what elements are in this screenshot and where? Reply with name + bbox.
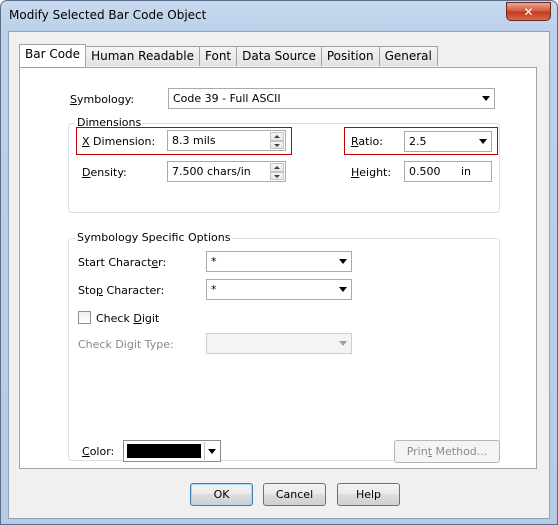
tab-human-readable[interactable]: Human Readable — [86, 46, 200, 66]
chevron-down-icon — [339, 259, 347, 264]
density-value: 7.500 chars/in — [172, 165, 251, 178]
color-label: Color: — [82, 445, 115, 458]
color-swatch — [127, 444, 201, 458]
symbology-options-group-title: Symbology Specific Options — [75, 231, 233, 244]
spin-down-icon[interactable] — [270, 171, 284, 180]
title-bar[interactable]: Modify Selected Bar Code Object ✕ — [1, 1, 557, 31]
ratio-select[interactable]: 2.5 — [404, 131, 492, 152]
start-character-label: Start Character: — [78, 256, 167, 269]
start-character-select[interactable]: * — [206, 251, 352, 272]
check-digit-label[interactable]: Check Digit — [96, 312, 159, 325]
color-picker[interactable] — [123, 440, 221, 462]
start-character-value: * — [211, 255, 217, 268]
stop-character-select[interactable]: * — [206, 279, 352, 300]
ok-button[interactable]: OK — [190, 483, 253, 506]
symbology-value: Code 39 - Full ASCII — [173, 92, 281, 105]
symbology-label: Symbology: — [70, 93, 135, 106]
density-input[interactable]: 7.500 chars/in — [167, 161, 286, 182]
chevron-down-icon — [482, 96, 490, 101]
cancel-button[interactable]: Cancel — [263, 483, 326, 506]
tab-strip: Bar Code Human Readable Font Data Source… — [19, 44, 438, 68]
chevron-down-icon — [479, 139, 487, 144]
tab-font[interactable]: Font — [200, 46, 238, 66]
check-digit-checkbox[interactable] — [78, 311, 91, 324]
spin-up-icon[interactable] — [270, 163, 284, 172]
height-label: Height: — [351, 166, 392, 179]
print-method-button[interactable]: Print Method... — [394, 440, 500, 463]
density-label: Density: — [82, 166, 127, 179]
symbology-select[interactable]: Code 39 - Full ASCII — [168, 88, 495, 109]
height-input[interactable]: 0.500 in — [404, 161, 492, 182]
close-button[interactable]: ✕ — [506, 2, 551, 21]
window-title: Modify Selected Bar Code Object — [9, 8, 207, 22]
spin-down-icon[interactable] — [270, 140, 284, 149]
ratio-value: 2.5 — [409, 135, 427, 148]
x-dimension-input[interactable]: 8.3 mils — [167, 130, 286, 151]
stop-character-label: Stop Character: — [78, 284, 165, 297]
x-dimension-spinner[interactable] — [270, 132, 284, 149]
check-digit-type-label: Check Digit Type: — [78, 338, 174, 351]
chevron-down-icon — [339, 287, 347, 292]
x-dimension-label: X Dimension: — [82, 135, 156, 148]
close-icon: ✕ — [523, 4, 534, 19]
ratio-label: Ratio: — [351, 135, 383, 148]
x-dimension-value: 8.3 mils — [172, 134, 216, 147]
tab-position[interactable]: Position — [321, 46, 380, 66]
dialog-window: Modify Selected Bar Code Object ✕ Bar Co… — [0, 0, 558, 525]
check-digit-type-select[interactable] — [206, 333, 352, 354]
height-value: 0.500 — [409, 165, 441, 178]
chevron-down-icon — [339, 341, 347, 346]
stop-character-value: * — [211, 283, 217, 296]
help-button[interactable]: Help — [337, 483, 400, 506]
tab-bar-code[interactable]: Bar Code — [19, 44, 87, 67]
tab-data-source[interactable]: Data Source — [237, 46, 322, 66]
height-unit: in — [461, 165, 472, 178]
chevron-down-icon[interactable] — [204, 442, 219, 460]
density-spinner[interactable] — [270, 163, 284, 180]
dialog-client-area: Bar Code Human Readable Font Data Source… — [8, 31, 550, 519]
spin-up-icon[interactable] — [270, 132, 284, 141]
bar-code-tab-panel: Symbology: Code 39 - Full ASCII Dimensio… — [19, 67, 537, 469]
tab-general[interactable]: General — [379, 46, 438, 66]
